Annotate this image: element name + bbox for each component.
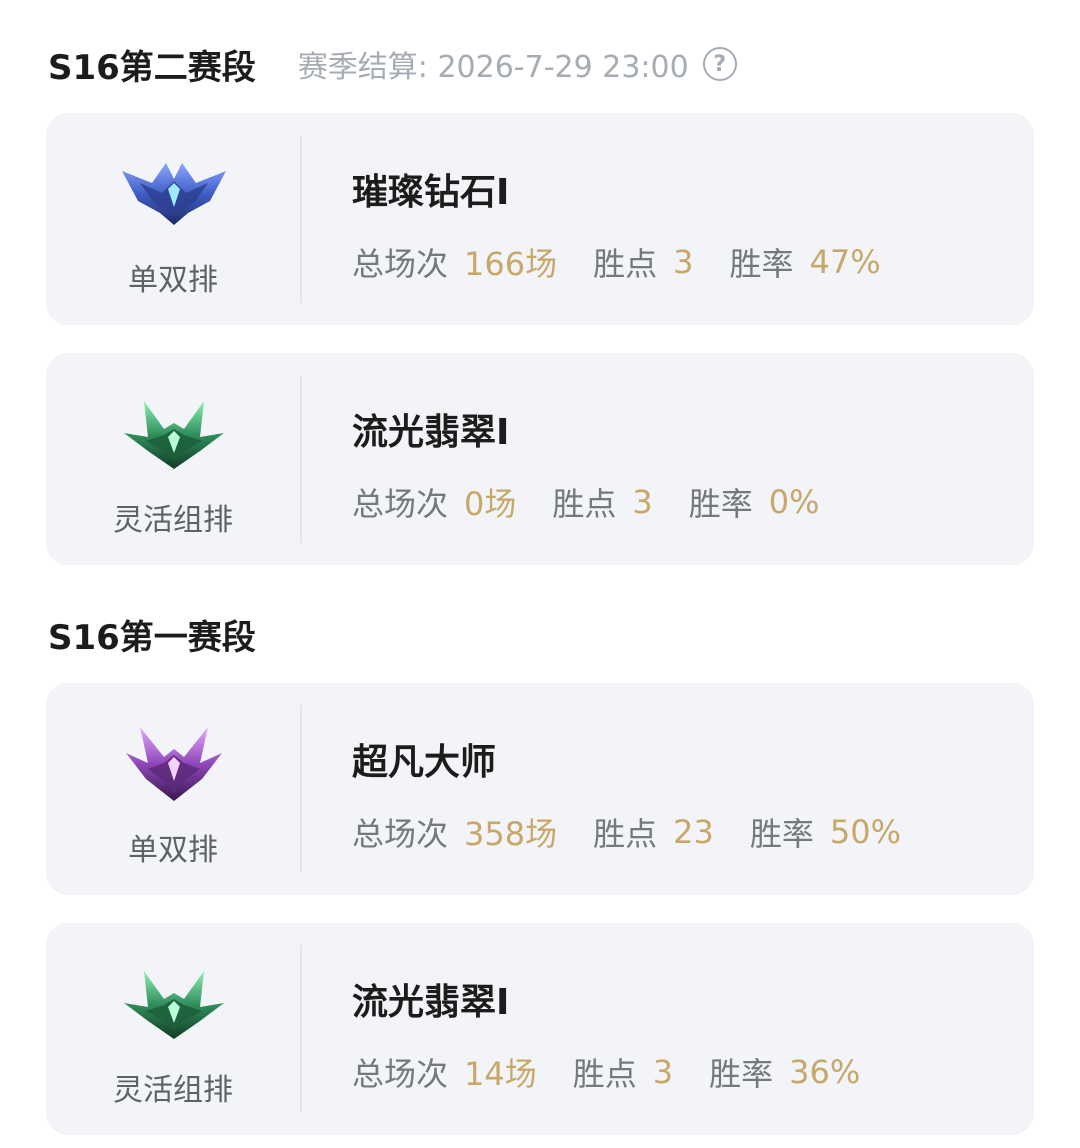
rank-emblem-area: 灵活组排: [46, 923, 300, 1135]
winrate-label: 胜率: [709, 1055, 774, 1093]
queue-label: 单双排: [128, 263, 218, 298]
rank-name: 流光翡翠I: [352, 982, 510, 1023]
rank-card[interactable]: 单双排 璀璨钻石I 总场次 166场 胜点 3 胜率 47%: [46, 113, 1034, 325]
divider: [300, 135, 302, 303]
season-title: S16第一赛段: [48, 617, 256, 658]
total-games-value: 0场: [464, 485, 517, 523]
emerald-rank-emblem-icon: [124, 971, 224, 1039]
rank-stats: 总场次 0场 胜点 3 胜率 0%: [352, 479, 820, 525]
lp-label: 胜点: [572, 1055, 637, 1093]
rank-history-page: S16第二赛段 赛季结算: 2026-7-29 23:00 ? 单双排 璀璨钻石…: [0, 0, 1080, 1148]
rank-emblem-area: 单双排: [46, 683, 300, 895]
winrate-label: 胜率: [729, 245, 794, 283]
total-games-label: 总场次: [352, 485, 449, 523]
rank-name: 流光翡翠I: [352, 412, 510, 453]
rank-card[interactable]: 单双排 超凡大师 总场次 358场 胜点 23 胜率 50%: [46, 683, 1034, 895]
queue-label: 单双排: [128, 833, 218, 868]
rank-card[interactable]: 灵活组排 流光翡翠I 总场次 0场 胜点 3 胜率 0%: [46, 353, 1034, 565]
divider: [300, 705, 302, 873]
total-games-value: 358场: [464, 815, 558, 853]
diamond-rank-emblem-icon: [122, 163, 226, 225]
lp-value: 23: [673, 813, 714, 851]
lp-label: 胜点: [593, 815, 658, 853]
winrate-value: 36%: [789, 1053, 861, 1091]
divider: [300, 375, 302, 543]
rank-card[interactable]: 灵活组排 流光翡翠I 总场次 14场 胜点 3 胜率 36%: [46, 923, 1034, 1135]
lp-label: 胜点: [593, 245, 658, 283]
help-icon[interactable]: ?: [702, 47, 737, 81]
queue-label: 灵活组排: [113, 503, 233, 538]
season-header: S16第二赛段 赛季结算: 2026-7-29 23:00 ?: [48, 40, 737, 88]
divider: [300, 945, 302, 1113]
emerald-rank-emblem-icon: [124, 401, 224, 469]
rank-name: 超凡大师: [352, 742, 497, 783]
winrate-label: 胜率: [688, 485, 753, 523]
winrate-value: 50%: [829, 813, 901, 851]
lp-value: 3: [673, 243, 694, 281]
rank-stats: 总场次 14场 胜点 3 胜率 36%: [352, 1049, 860, 1095]
winrate-value: 0%: [768, 483, 820, 521]
rank-emblem-area: 单双排: [46, 113, 300, 325]
total-games-label: 总场次: [352, 1055, 449, 1093]
total-games-value: 14场: [464, 1055, 537, 1093]
rank-stats: 总场次 358场 胜点 23 胜率 50%: [352, 809, 901, 855]
season-title: S16第二赛段: [48, 47, 256, 88]
total-games-value: 166场: [464, 245, 558, 283]
winrate-label: 胜率: [749, 815, 814, 853]
total-games-label: 总场次: [352, 245, 449, 283]
lp-value: 3: [652, 1053, 674, 1091]
season-settlement: 赛季结算: 2026-7-29 23:00 ?: [298, 42, 737, 86]
lp-label: 胜点: [552, 485, 617, 523]
settlement-text: 赛季结算: 2026-7-29 23:00: [297, 50, 689, 85]
rank-stats: 总场次 166场 胜点 3 胜率 47%: [352, 239, 881, 285]
master-rank-emblem-icon: [126, 727, 222, 801]
winrate-value: 47%: [809, 243, 881, 281]
queue-label: 灵活组排: [113, 1073, 233, 1108]
lp-value: 3: [632, 483, 653, 521]
season-header: S16第一赛段: [48, 610, 256, 658]
total-games-label: 总场次: [352, 815, 449, 853]
rank-name: 璀璨钻石I: [352, 172, 510, 213]
rank-emblem-area: 灵活组排: [46, 353, 300, 565]
